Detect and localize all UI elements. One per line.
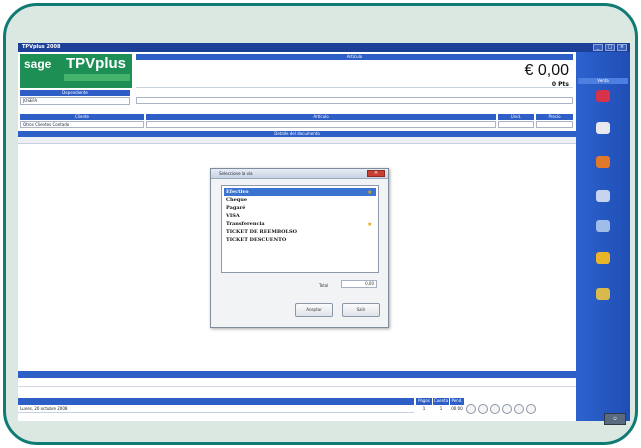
tool-icon-5[interactable] [514,404,524,414]
action-icon [596,190,610,202]
tool-icon-2[interactable] [478,404,488,414]
article-header: Artículo [136,54,573,60]
side-action-7[interactable] [578,288,628,301]
payment-dialog: Seleccione la vía × Efectivo ★ Cheque Pa… [210,168,389,328]
title-bar: TPVplus 2008 _ □ × [18,43,630,52]
payment-method-item[interactable]: TICKET DESCUENTO [224,236,376,244]
employee-field[interactable]: JOSEFA [20,97,130,105]
action-icon [596,220,610,232]
action-icon [596,252,610,264]
logo-strip [64,74,130,81]
dialog-titlebar: Seleccione la vía × [211,169,388,179]
price-display: € 0,00 0 Pts [136,61,573,88]
lines-footer-header [18,371,576,378]
tool-icon-6[interactable] [526,404,536,414]
payment-method-item[interactable]: Transferencia [224,220,376,228]
outer-frame: TPVplus 2008 _ □ × sage TPVplus Artículo… [3,3,638,445]
tool-icon-3[interactable] [490,404,500,414]
client-header: Cliente [20,114,144,120]
price-header: Precio [536,114,573,120]
dialog-close-icon[interactable]: × [367,170,385,177]
action-icon [596,122,610,134]
pend-header: Pend. [450,398,464,405]
app-window: TPVplus 2008 _ □ × sage TPVplus Artículo… [18,43,630,421]
side-action-1[interactable] [578,90,628,103]
unit-header: Unid. [498,114,534,120]
action-icon [596,90,610,102]
logo: sage TPVplus [20,54,132,88]
dialog-title: Seleccione la vía [219,171,253,176]
side-panel-header: Venta [578,78,628,84]
section-field[interactable] [146,121,496,128]
side-action-2[interactable] [578,122,628,135]
pagos-header: Pagos [416,398,432,405]
pagos-value: 1 [422,406,426,411]
window-controls: _ □ × [593,44,627,51]
payment-method-item[interactable]: Pagaré [224,204,376,212]
side-action-3[interactable] [578,156,628,169]
price-field[interactable] [536,121,573,128]
payment-method-item[interactable]: Cheque [224,196,376,204]
accept-button[interactable]: Aceptar [295,303,333,317]
side-action-5[interactable] [578,220,628,233]
tool-icon-1[interactable] [466,404,476,414]
tpvplus-logo: TPVplus [66,55,127,72]
side-action-4[interactable] [578,190,628,203]
total-label: Total [319,283,329,288]
cuenta-header: Cuenta [433,398,449,405]
payment-method-list[interactable]: Efectivo ★ Cheque Pagaré VISA Transferen… [221,185,379,273]
current-date: Lunes, 20 octubre 2008 [18,405,414,413]
lines-footer-row [18,378,576,387]
close-icon[interactable]: × [617,44,627,51]
date-header [18,398,414,405]
list-header [18,137,576,144]
window-title: TPVplus 2008 [22,44,61,50]
toolbar-icons [466,404,536,414]
total-pts: 0 Pts [551,81,569,88]
total-field[interactable]: 0,00 [341,280,377,288]
side-action-6[interactable] [578,252,628,265]
cuenta-value: 1 [439,406,443,411]
client-field[interactable]: Otros Clientes Contado [20,121,144,128]
unit-field[interactable] [498,121,534,128]
action-icon [596,288,610,300]
side-panel: Venta [576,52,630,421]
article-input[interactable] [136,97,573,104]
tool-icon-4[interactable] [502,404,512,414]
minimize-icon[interactable]: _ [593,44,603,51]
maximize-icon[interactable]: □ [605,44,615,51]
corner-button[interactable]: ⏻ [604,413,626,425]
payment-method-item[interactable]: TICKET DE REEMBOLSO [224,228,376,236]
payment-method-item[interactable]: Efectivo [224,188,376,196]
payment-method-item[interactable]: VISA [224,212,376,220]
total-price: € 0,00 [524,62,569,79]
employee-header: Dependiente [20,90,130,96]
pend-value: 00:00 [451,406,463,411]
exit-button[interactable]: Salir [342,303,380,317]
action-icon [596,156,610,168]
section-header: Artículo [146,114,496,120]
main-area: sage TPVplus Artículo € 0,00 0 Pts Depen… [18,52,576,421]
sage-logo: sage [24,57,52,71]
